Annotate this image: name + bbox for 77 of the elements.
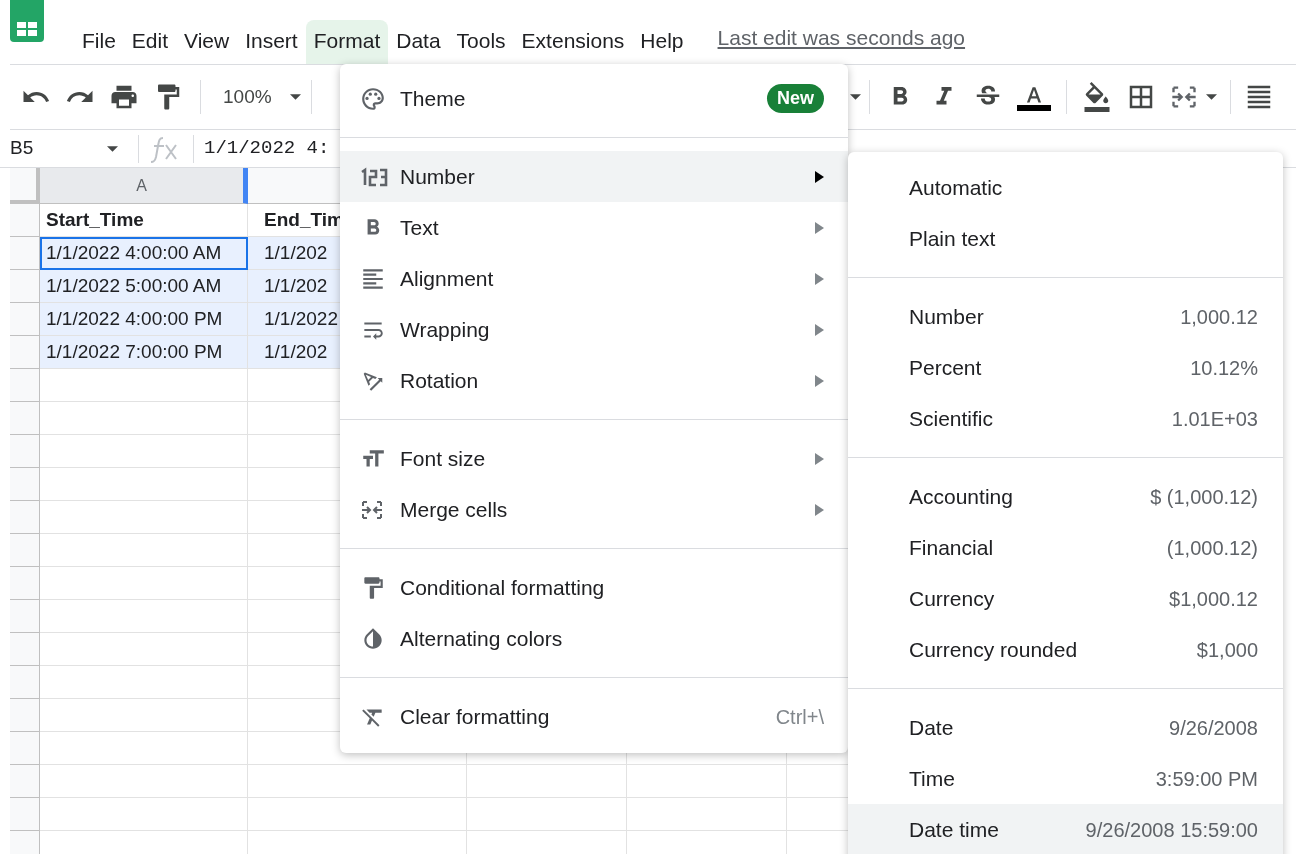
option-label: Number	[400, 163, 475, 190]
format-example: $ (1,000.12)	[1150, 484, 1258, 510]
formula-input[interactable]: 1/1/2022 4:	[204, 134, 330, 163]
option-label: Number	[909, 303, 984, 330]
menu-option[interactable]: Conditional formatting	[340, 562, 848, 613]
menu-item[interactable]: Edit	[123, 20, 177, 64]
format-example: 9/26/2008 15:59:00	[1085, 817, 1258, 843]
option-label: Financial	[909, 534, 994, 561]
format-example: 1.01E+03	[1171, 406, 1258, 432]
option-label: Rotation	[400, 367, 479, 394]
zoom-dropdown[interactable]: 100%	[211, 77, 301, 117]
option-label: Automatic	[909, 174, 1003, 201]
new-badge: New	[767, 84, 824, 113]
menu-option[interactable]: Wrapping	[340, 304, 848, 355]
menu-option[interactable]: Date 9/26/2008	[848, 702, 1283, 753]
menu-option[interactable]: Plain text	[848, 213, 1283, 264]
menu-option[interactable]: Currency rounded $1,000	[848, 624, 1283, 675]
option-label: Alternating colors	[400, 625, 563, 652]
option-label: Theme	[400, 85, 466, 112]
menu-item[interactable]: Insert	[237, 20, 306, 64]
format-example: 9/26/2008	[1169, 715, 1258, 741]
format-example: 10.12%	[1190, 355, 1258, 381]
option-label: Alignment	[400, 265, 494, 292]
menu-item[interactable]: View	[176, 20, 238, 64]
menu-option[interactable]: Percent 10.12%	[848, 342, 1283, 393]
option-label: Clear formatting	[400, 703, 550, 730]
table-cell[interactable]: 1/1/2022 5:00:00 AM	[40, 270, 248, 303]
table-cell[interactable]: 1/1/2022 7:00:00 PM	[40, 336, 248, 369]
menu-option[interactable]: Date time 9/26/2008 15:59:00	[848, 804, 1283, 854]
menu-option[interactable]: Accounting $ (1,000.12)	[848, 471, 1283, 522]
option-label: Plain text	[909, 225, 996, 252]
menu-item[interactable]: Data	[388, 20, 449, 64]
option-label: Accounting	[909, 483, 1013, 510]
menu-option[interactable]: Automatic	[848, 162, 1283, 213]
table-cell[interactable]: 1/1/2022 4:00:00 PM	[40, 303, 248, 336]
menu-item[interactable]: File	[74, 20, 124, 64]
option-label: Text	[400, 214, 439, 241]
menu-option[interactable]: Scientific 1.01E+03	[848, 393, 1283, 444]
menu-item[interactable]: Help	[632, 20, 692, 64]
option-label: Percent	[909, 354, 982, 381]
menu-option[interactable]: Rotation	[340, 355, 848, 406]
table-cell[interactable]: 1/1/2022 4:00:00 AM	[40, 237, 248, 270]
name-box[interactable]: B5	[10, 131, 128, 166]
option-label: Wrapping	[400, 316, 490, 343]
menu-option[interactable]: Font size	[340, 433, 848, 484]
menu-option[interactable]: Financial (1,000.12)	[848, 522, 1283, 573]
table-cell[interactable]: Start_Time	[40, 204, 248, 237]
format-example: 1,000.12	[1180, 304, 1258, 330]
menu-item[interactable]: Extensions	[513, 20, 633, 64]
option-label: Merge cells	[400, 496, 508, 523]
menu-option[interactable]: Merge cells	[340, 484, 848, 535]
format-example: $1,000	[1196, 637, 1258, 663]
option-label: Font size	[400, 445, 486, 472]
menu-option[interactable]: Time 3:59:00 PM	[848, 753, 1283, 804]
format-example: $1,000.12	[1169, 586, 1258, 612]
option-label: Currency	[909, 585, 995, 612]
option-label: Currency rounded	[909, 636, 1078, 663]
option-label: Date	[909, 714, 954, 741]
menu-option[interactable]: Clear formatting Ctrl+\	[340, 691, 848, 742]
format-example: (1,000.12)	[1166, 535, 1258, 561]
option-label: Conditional formatting	[400, 574, 605, 601]
shortcut-label: Ctrl+\	[775, 704, 824, 730]
menu-option[interactable]: Currency $1,000.12	[848, 573, 1283, 624]
menu-item[interactable]: Tools	[448, 20, 514, 64]
menu-option[interactable]: Number 1,000.12	[848, 291, 1283, 342]
menu-option[interactable]: Text	[340, 202, 848, 253]
column-header[interactable]: A	[40, 168, 248, 204]
menu-option[interactable]: Alternating colors	[340, 613, 848, 664]
format-example: 3:59:00 PM	[1155, 766, 1258, 792]
option-label: Time	[909, 765, 955, 792]
last-edit-link[interactable]: Last edit was seconds ago	[717, 21, 966, 53]
option-label: Date time	[909, 816, 999, 843]
option-label: Scientific	[909, 405, 994, 432]
menu-item[interactable]: Format	[305, 20, 389, 64]
menu-option[interactable]: Number	[340, 151, 848, 202]
menu-option[interactable]: Alignment	[340, 253, 848, 304]
menu-option[interactable]: Theme New	[340, 73, 848, 124]
